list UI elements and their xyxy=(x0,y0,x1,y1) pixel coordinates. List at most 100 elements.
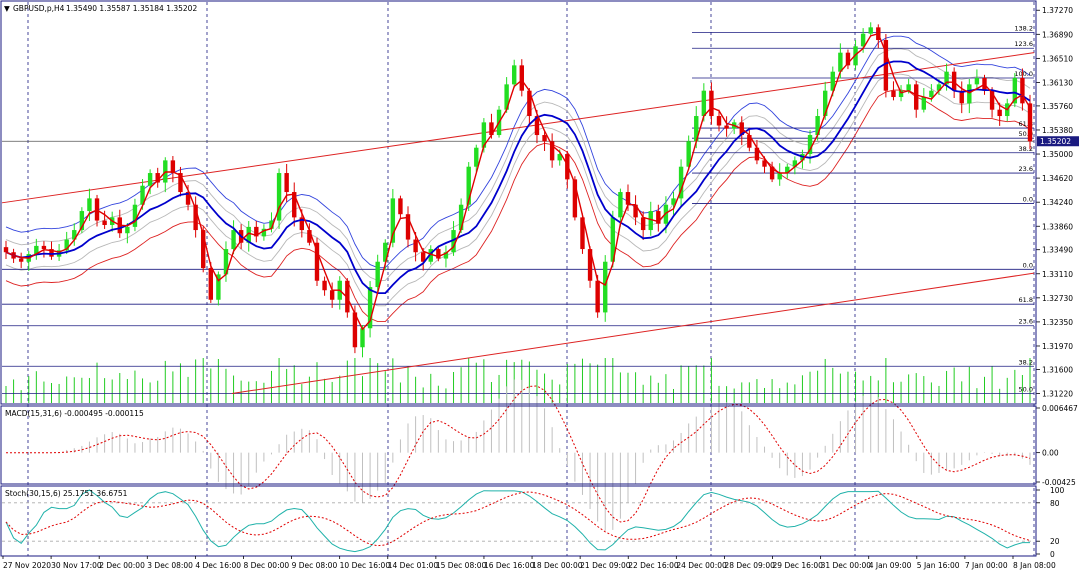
price-label: 1.37270 xyxy=(1042,6,1073,15)
time-label: 24 Dec 00:00 xyxy=(676,561,727,570)
ohlc-readout: 1.35490 1.35587 1.35184 1.35202 xyxy=(66,4,197,13)
fib-label: 23.6 xyxy=(1019,318,1033,326)
candle-body xyxy=(284,173,289,193)
candle-body xyxy=(914,84,919,110)
candle-body xyxy=(519,65,524,91)
stoch-axis-label: 0 xyxy=(1050,550,1055,559)
candle-body xyxy=(921,97,927,110)
candle-body xyxy=(542,135,547,142)
time-label: 29 Dec 16:00 xyxy=(773,561,824,570)
price-label: 1.32730 xyxy=(1042,294,1073,303)
time-label: 8 Jan 08:00 xyxy=(1013,561,1056,570)
time-label: 3 Dec 08:00 xyxy=(147,561,193,570)
fib-label: 50.0 xyxy=(1019,385,1033,393)
stoch-d-line xyxy=(5,491,1031,547)
time-label: 30 Nov 17:00 xyxy=(51,561,102,570)
fib-label: 38.2 xyxy=(1019,145,1033,153)
price-label: 1.33110 xyxy=(1042,270,1073,279)
stoch-panel-border xyxy=(0,485,1037,557)
candle-body xyxy=(929,90,934,98)
stoch-axis-label: 20 xyxy=(1050,537,1060,546)
candle-body xyxy=(170,160,176,174)
candle-body xyxy=(1020,78,1025,104)
price-label: 1.31970 xyxy=(1042,342,1073,351)
candle-body xyxy=(147,173,153,186)
time-label: 15 Dec 08:00 xyxy=(436,561,487,570)
candle-body xyxy=(208,268,213,300)
fib-label: 123.6 xyxy=(1014,40,1033,48)
candle-body xyxy=(595,280,600,313)
candle-body xyxy=(322,280,327,291)
candle-body xyxy=(951,71,957,91)
candle-body xyxy=(860,33,866,47)
candle-body xyxy=(603,261,608,313)
candle-body xyxy=(906,84,911,91)
price-label: 1.34240 xyxy=(1042,198,1073,207)
candle-body xyxy=(997,109,1002,117)
price-axis: 1.37270 1.36890 1.36510 1.36130 1.35760 1.353… xyxy=(1036,6,1079,398)
time-label: 4 Dec 16:00 xyxy=(195,561,241,570)
time-label: 18 Dec 00:00 xyxy=(532,561,583,570)
fib-label: 0.0 xyxy=(1023,261,1033,269)
candle-body xyxy=(967,84,972,104)
candle-body xyxy=(640,217,646,231)
time-label: 27 Nov 2020 xyxy=(3,561,51,570)
time-label: 14 Dec 01:00 xyxy=(388,561,439,570)
price-label: 1.31600 xyxy=(1042,365,1073,374)
candle-body xyxy=(132,204,138,227)
macd-title: MACD(15,31,6) -0.000495 -0.000115 xyxy=(5,409,144,418)
time-label: 4 Jan 09:00 xyxy=(869,561,912,570)
candlestick-series xyxy=(3,22,1033,358)
fib-label: 100.0 xyxy=(1014,70,1033,78)
collapse-triangle-icon[interactable]: ▼ xyxy=(4,4,10,13)
time-label: 16 Dec 16:00 xyxy=(484,561,535,570)
candle-body xyxy=(701,90,707,117)
candle-body xyxy=(41,245,47,250)
time-label: 2 Dec 00:00 xyxy=(99,561,145,570)
fib-label: 38.2 xyxy=(1019,358,1033,366)
time-label: 28 Dec 09:00 xyxy=(724,561,775,570)
price-label: 1.33490 xyxy=(1042,246,1073,255)
trendlines xyxy=(1,52,1035,394)
candle-body xyxy=(329,290,335,300)
time-label: 22 Dec 16:00 xyxy=(628,561,679,570)
candle-body xyxy=(618,192,623,218)
candle-body xyxy=(716,116,722,126)
price-label: 1.36130 xyxy=(1042,78,1073,87)
candle-body xyxy=(512,65,517,85)
price-label: 1.35760 xyxy=(1042,102,1073,111)
candle-body xyxy=(777,173,782,180)
time-label: 21 Dec 09:00 xyxy=(580,561,631,570)
candle-body xyxy=(87,198,92,212)
time-axis: 27 Nov 2020 30 Nov 17:002 Dec 00:00 3 Dec … xyxy=(2,556,1056,570)
grid-layer xyxy=(2,2,1035,556)
main-panel-border xyxy=(0,0,1037,405)
fib-label: 23.6 xyxy=(1019,165,1033,173)
time-label: 31 Dec 00:00 xyxy=(821,561,872,570)
stoch-title: Stoch(30,15,6) 25.1751 36.6751 xyxy=(5,489,128,498)
candle-body xyxy=(724,125,729,129)
candle-body xyxy=(1027,103,1033,142)
envelope-inner-lower xyxy=(5,73,1031,307)
time-label: 7 Jan 00:00 xyxy=(965,561,1008,570)
candle-body xyxy=(375,261,380,288)
candle-body xyxy=(709,90,714,117)
macd-panel: 0.0064670.00-0.00425 xyxy=(6,379,1078,531)
candle-body xyxy=(474,147,479,167)
candle-body xyxy=(838,52,843,72)
stoch-axis-label: 100 xyxy=(1050,486,1065,495)
stochastic-panel: 100 80 20 0 xyxy=(2,486,1065,559)
candle-body xyxy=(360,328,365,348)
candle-body xyxy=(102,220,107,225)
time-label: 9 Dec 08:00 xyxy=(292,561,338,570)
symbol-title: GBPUSD,p,H4 xyxy=(13,4,65,13)
current-price-label: 1.35202 xyxy=(1040,137,1071,146)
fib-label: 61.8 xyxy=(1019,296,1033,304)
fib-label: 0.0 xyxy=(1023,195,1033,203)
price-label: 1.35380 xyxy=(1042,126,1073,135)
trading-chart[interactable]: 138.2123.6100.061.850.038.223.60.00.061.… xyxy=(0,0,1080,574)
candle-body xyxy=(413,239,418,253)
time-label: 8 Dec 00:00 xyxy=(243,561,289,570)
stoch-k-line xyxy=(5,489,1030,553)
price-label: 1.32350 xyxy=(1042,318,1073,327)
